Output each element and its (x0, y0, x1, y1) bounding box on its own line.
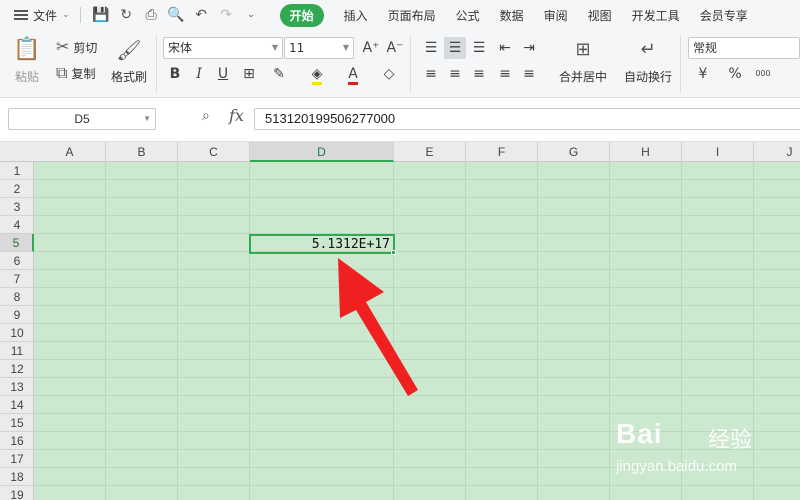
font-size-select[interactable]: 11 ▼ (284, 37, 354, 59)
font-size-value: 11 (289, 41, 305, 55)
eraser-icon[interactable]: ◇ (378, 63, 400, 85)
name-box[interactable]: D5 ▼ (8, 108, 156, 130)
print-preview-icon[interactable]: 🔍 (164, 7, 189, 23)
font-name-select[interactable]: 宋体 ▼ (163, 37, 283, 59)
borders-icon[interactable]: ⊞ (238, 63, 260, 85)
divider (156, 36, 157, 92)
tab-developer[interactable]: 开发工具 (632, 7, 680, 24)
hamburger-icon (14, 10, 28, 20)
redo-icon[interactable]: ↷ (214, 7, 239, 23)
italic-icon[interactable]: I (188, 63, 210, 85)
align-left-icon[interactable]: ≡ (420, 63, 442, 85)
arrow-shape (338, 258, 418, 396)
font-color-icon[interactable]: A (342, 63, 364, 85)
align-top-icon[interactable]: ☰ (420, 37, 442, 59)
cut-button[interactable]: ✂ 剪切 (56, 38, 97, 56)
copy-button[interactable]: ⧉ 复制 (56, 64, 95, 82)
wrap-text-button[interactable]: ↵ 自动换行 (622, 38, 674, 85)
fill-color-icon[interactable]: ◈ (306, 63, 328, 85)
copy-icon: ⧉ (56, 63, 68, 82)
tab-home[interactable]: 开始 (279, 3, 324, 27)
chevron-down-icon: ▼ (143, 114, 151, 123)
clipboard-icon: 📋 (13, 37, 41, 62)
undo-history-icon[interactable]: ↻ (114, 7, 139, 23)
format-painter-button[interactable]: 🖌 格式刷 (110, 38, 148, 85)
merge-center-label: 合并居中 (558, 70, 607, 84)
align-center-icon[interactable]: ≡ (444, 63, 466, 85)
file-menu-label: 文件 (33, 8, 58, 23)
watermark: Bai 经验 jingyan.baidu.com (612, 412, 792, 492)
divider (79, 7, 81, 23)
tab-view[interactable]: 视图 (588, 7, 612, 24)
justify-icon[interactable]: ≡ (494, 63, 516, 85)
align-bottom-icon[interactable]: ☰ (468, 37, 490, 59)
chevron-down-icon: ⌄ (62, 10, 70, 20)
cut-label: 剪切 (73, 40, 98, 55)
indent-decrease-icon[interactable]: ⇤ (494, 37, 516, 59)
percent-icon[interactable]: % (724, 63, 746, 85)
number-format-value: 常规 (693, 41, 718, 55)
chevron-down-icon: ▼ (342, 43, 349, 52)
menu-bar: 文件 ⌄ 💾 ↻ ⎙ 🔍 ↶ ↷ ⌄ 开始 插入 页面布局 公式 数据 审阅 视… (0, 0, 800, 30)
watermark-url: jingyan.baidu.com (616, 458, 737, 475)
tab-data[interactable]: 数据 (500, 7, 524, 24)
zoom-icon[interactable]: ⌕ (202, 108, 210, 124)
underline-icon[interactable]: U (212, 63, 234, 85)
function-icon[interactable]: fx (229, 106, 244, 125)
divider (410, 36, 411, 92)
watermark-text: 经验 (708, 428, 753, 453)
tab-member[interactable]: 会员专享 (700, 7, 748, 24)
brush-icon: 🖌 (116, 38, 142, 62)
align-middle-icon[interactable]: ☰ (444, 37, 466, 59)
decrease-font-icon[interactable]: A⁻ (384, 37, 406, 59)
paste-button[interactable]: 📋 粘贴 (12, 38, 42, 85)
copy-label: 复制 (71, 66, 96, 81)
wrap-text-icon: ↵ (640, 39, 656, 60)
file-menu[interactable]: 文件 ⌄ (14, 7, 70, 24)
font-name-value: 宋体 (168, 41, 193, 55)
thousands-separator-icon[interactable]: 000 (752, 63, 774, 85)
divider (680, 36, 681, 92)
formula-input[interactable]: 513120199506277000 (254, 108, 800, 130)
tab-page-layout[interactable]: 页面布局 (388, 7, 436, 24)
name-box-value: D5 (74, 112, 90, 126)
chevron-down-icon: ▼ (271, 43, 278, 52)
distributed-icon[interactable]: ≡ (518, 63, 540, 85)
paste-label: 粘贴 (14, 70, 39, 84)
watermark-brand: Bai (616, 418, 663, 449)
merge-center-button[interactable]: ⊞ 合并居中 (553, 38, 613, 85)
ribbon: 📋 粘贴 ✂ 剪切 ⧉ 复制 🖌 格式刷 宋体 ▼ 11 ▼ A⁺ A⁻ B I… (0, 30, 800, 98)
tab-review[interactable]: 审阅 (544, 7, 568, 24)
spreadsheet-app: 文件 ⌄ 💾 ↻ ⎙ 🔍 ↶ ↷ ⌄ 开始 插入 页面布局 公式 数据 审阅 视… (0, 0, 800, 500)
align-right-icon[interactable]: ≡ (468, 63, 490, 85)
indent-increase-icon[interactable]: ⇥ (518, 37, 540, 59)
formula-bar: D5 ▼ ⌕ fx 513120199506277000 (0, 98, 800, 142)
undo-icon[interactable]: ↶ (189, 7, 214, 23)
print-icon[interactable]: ⎙ (139, 7, 164, 23)
currency-icon[interactable]: ¥ (692, 63, 714, 85)
cell-style-icon[interactable]: ✎ (268, 63, 290, 85)
merge-cells-icon: ⊞ (575, 39, 591, 60)
number-format-select[interactable]: 常规 (688, 37, 800, 59)
format-painter-label: 格式刷 (110, 70, 147, 84)
wrap-text-label: 自动换行 (623, 70, 672, 84)
tab-formulas[interactable]: 公式 (456, 7, 480, 24)
save-icon[interactable]: 💾 (89, 7, 114, 23)
scissors-icon: ✂ (56, 37, 70, 56)
quick-access-dropdown-icon[interactable]: ⌄ (239, 10, 264, 20)
increase-font-icon[interactable]: A⁺ (360, 37, 382, 59)
tab-insert[interactable]: 插入 (344, 7, 368, 24)
bold-icon[interactable]: B (164, 63, 186, 85)
